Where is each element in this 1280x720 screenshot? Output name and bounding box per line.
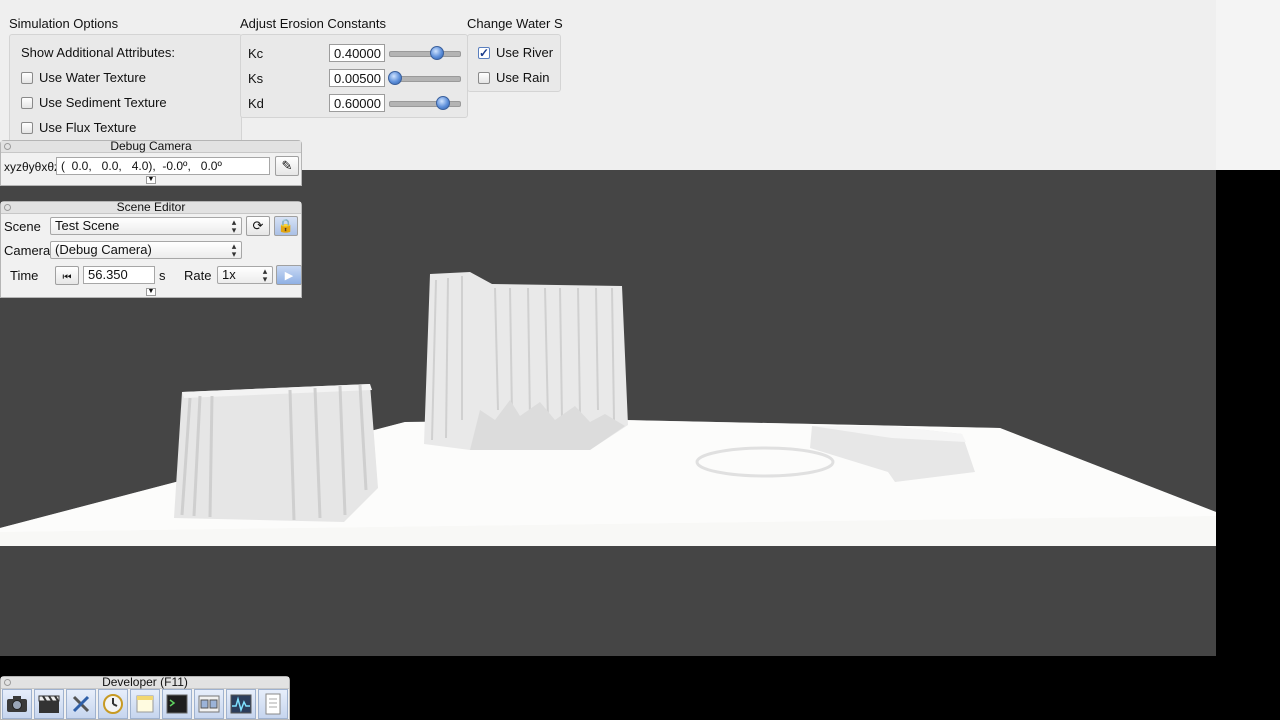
water-texture-label: Use Water Texture (39, 70, 146, 85)
close-icon[interactable] (4, 204, 11, 211)
terrain-left-block (174, 384, 378, 522)
profiler-icon[interactable] (226, 689, 256, 719)
time-unit: s (159, 268, 166, 283)
water-source-title: Change Water S (467, 16, 563, 31)
ks-label: Ks (248, 71, 264, 86)
select-arrows-icon: ▴ ▾ (231, 241, 237, 259)
clock-icon[interactable] (98, 689, 128, 719)
rate-label: Rate (184, 268, 212, 283)
rate-select-value: 1x (222, 267, 236, 282)
chevron-down-icon[interactable]: ▼ (146, 176, 156, 184)
developer-title: Developer (F11) (1, 676, 289, 689)
edit-camera-button[interactable]: ✎ (275, 156, 299, 176)
tools-icon[interactable] (66, 689, 96, 719)
lock-icon: 🔒 (277, 218, 295, 233)
close-icon[interactable] (4, 679, 11, 686)
show-attributes-text: Show Additional Attributes: (21, 45, 175, 60)
camera-coord-field[interactable]: ( 0.0, 0.0, 4.0), -0.0º, 0.0º (56, 157, 270, 175)
kc-slider[interactable] (389, 51, 461, 57)
kd-input[interactable]: 0.60000 (329, 94, 385, 112)
simulation-options-title: Simulation Options (9, 16, 119, 31)
use-rain-checkbox[interactable] (478, 71, 490, 84)
camera-select-value: (Debug Camera) (55, 242, 152, 257)
scene-select-value: Test Scene (55, 218, 120, 233)
play-icon: ▶ (284, 270, 294, 282)
scene-select[interactable]: Test Scene ▴ ▾ (50, 217, 242, 235)
play-button[interactable]: ▶ (276, 265, 302, 285)
erosion-constants-title: Adjust Erosion Constants (240, 16, 386, 31)
rate-select[interactable]: 1x ▴ ▾ (217, 266, 273, 284)
time-label: Time (10, 268, 39, 283)
refresh-icon: ⟳ (252, 218, 264, 233)
ks-slider-thumb[interactable] (387, 71, 402, 85)
kc-input[interactable]: 0.40000 (329, 44, 385, 62)
select-arrows-icon: ▴ ▾ (262, 266, 268, 284)
kd-label: Kd (248, 96, 264, 111)
sediment-texture-checkbox-row[interactable]: Use Sediment Texture (21, 95, 167, 110)
water-texture-checkbox[interactable] (21, 71, 33, 84)
ks-input[interactable]: 0.00500 (329, 69, 385, 87)
top-panel-edge (1216, 0, 1280, 170)
terminal-icon[interactable] (162, 689, 192, 719)
lock-scene-button[interactable]: 🔒 (274, 216, 298, 236)
rewind-button[interactable]: ⏮ (55, 266, 79, 285)
rewind-icon: ⏮ (62, 272, 72, 283)
flux-texture-checkbox[interactable] (21, 121, 33, 134)
kd-slider-thumb[interactable] (435, 96, 450, 110)
scene-editor-panel: Scene Editor Scene Test Scene ▴ ▾ ⟳ 🔒 Cam… (0, 201, 302, 298)
camera-coord-label: xyzθyθxθz (4, 160, 61, 174)
use-river-label: Use River (496, 45, 554, 60)
refresh-scene-button[interactable]: ⟳ (246, 216, 270, 236)
water-texture-checkbox-row[interactable]: Use Water Texture (21, 70, 146, 85)
use-rain-checkbox-row[interactable]: Use Rain (478, 70, 549, 85)
note-icon[interactable] (130, 689, 160, 719)
use-rain-label: Use Rain (496, 70, 550, 85)
sediment-texture-checkbox[interactable] (21, 96, 33, 109)
scene-label: Scene (4, 219, 41, 234)
kc-label: Kc (248, 46, 264, 61)
film-clapper-icon[interactable] (34, 689, 64, 719)
time-field[interactable]: 56.350 (83, 266, 155, 284)
debug-camera-panel: Debug Camera xyzθyθxθz ( 0.0, 0.0, 4.0),… (0, 140, 302, 186)
kc-slider-thumb[interactable] (429, 46, 444, 60)
flux-texture-checkbox-row[interactable]: Use Flux Texture (21, 120, 136, 135)
use-river-checkbox-row[interactable]: ✓ Use River (478, 45, 553, 60)
kd-slider[interactable] (389, 101, 461, 107)
windows-icon[interactable] (194, 689, 224, 719)
scene-editor-title: Scene Editor (1, 201, 301, 214)
show-attributes-label: Show Additional Attributes: (21, 45, 175, 60)
pencil-icon: ✎ (281, 158, 293, 173)
camera-select[interactable]: (Debug Camera) ▴ ▾ (50, 241, 242, 259)
select-arrows-icon: ▴ ▾ (231, 217, 237, 235)
developer-toolbar: Developer (F11) (0, 676, 290, 720)
document-icon[interactable] (258, 689, 288, 719)
camera-label: Camera (4, 243, 51, 258)
flux-texture-label: Use Flux Texture (39, 120, 137, 135)
use-river-checkbox[interactable]: ✓ (478, 46, 490, 59)
sediment-texture-label: Use Sediment Texture (39, 95, 167, 110)
viewport-right-margin (1216, 170, 1280, 720)
close-icon[interactable] (4, 143, 11, 150)
chevron-down-icon[interactable]: ▼ (146, 288, 156, 296)
camera-icon[interactable] (2, 689, 32, 719)
debug-camera-title: Debug Camera (1, 140, 301, 153)
